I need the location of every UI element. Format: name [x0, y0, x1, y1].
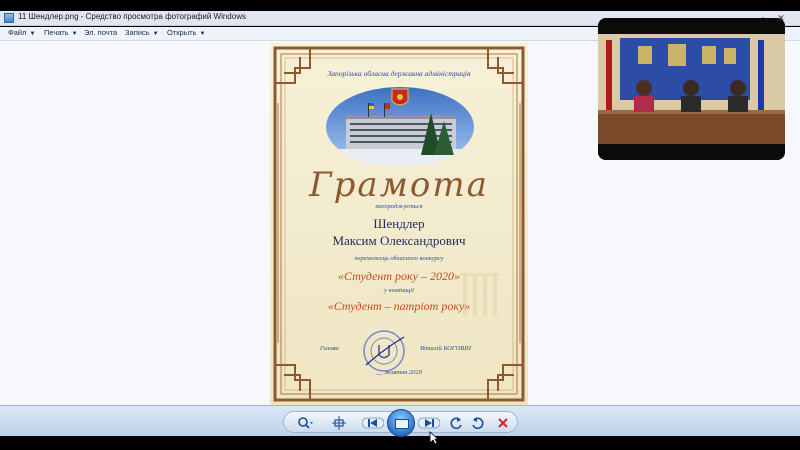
screen: 11 Шендлер.png - Средство просмотра фото… [0, 0, 800, 450]
recipient-surname: Шендлер [373, 216, 425, 231]
nomination-name: «Студент – патріот року» [327, 299, 471, 313]
window-title: 11 Шендлер.png - Средство просмотра фото… [18, 12, 246, 21]
winner-text: переможець обласного конкурсу [354, 255, 444, 262]
menu-print[interactable]: Печать ▼ [44, 28, 78, 37]
fit-window-icon[interactable] [330, 416, 348, 430]
previous-icon[interactable] [361, 416, 385, 430]
signer-name: Віталій БОГОВІН [420, 345, 471, 352]
slideshow-icon[interactable] [387, 409, 415, 437]
menu-email[interactable]: Эл. почта [84, 28, 117, 37]
official-stamp [363, 330, 405, 372]
rotate-cw-icon[interactable] [468, 416, 486, 430]
certificate-image: Запорізька обласна державна адміністраці… [270, 43, 528, 405]
menu-file[interactable]: Файл ▼ [8, 28, 35, 37]
rotate-ccw-icon[interactable] [448, 416, 466, 430]
menu-open[interactable]: Открыть ▼ [167, 28, 205, 37]
certificate-heading: Грамота [309, 165, 489, 205]
award-text: нагороджується [375, 203, 423, 210]
contest-name: «Студент року – 2020» [338, 269, 460, 283]
certificate-date: __ жовтня 2020 [376, 369, 422, 376]
video-call-overlay[interactable] [598, 18, 785, 160]
delete-icon[interactable] [494, 416, 512, 430]
nomination-label: у номінації [383, 287, 415, 294]
viewer-toolbar [0, 405, 800, 437]
building-photo [326, 87, 474, 165]
toolbar-controls [283, 409, 518, 437]
meeting-room-video [598, 18, 785, 160]
menu-burn[interactable]: Запись ▼ [125, 28, 159, 37]
mouse-cursor-icon [429, 431, 439, 445]
recipient-name: Максим Олександрович [332, 233, 466, 248]
signer-title: Голова [320, 345, 339, 352]
organization-name: Запорізька обласна державна адміністраці… [327, 69, 471, 78]
next-icon[interactable] [417, 416, 441, 430]
coat-of-arms-icon [391, 88, 409, 106]
zoom-icon[interactable] [296, 416, 314, 430]
app-icon [4, 13, 14, 23]
